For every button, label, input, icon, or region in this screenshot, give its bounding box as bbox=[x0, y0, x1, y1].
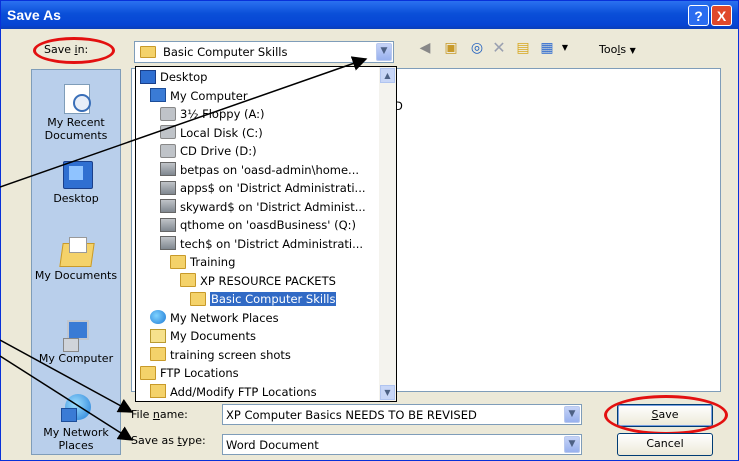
dropdown-item-label: My Network Places bbox=[170, 310, 279, 325]
save-in-highlight-ellipse bbox=[33, 37, 115, 64]
place-my-documents[interactable]: My Documents bbox=[32, 235, 120, 282]
dropdown-item[interactable]: FTP Locations bbox=[140, 364, 239, 382]
recent-documents-icon bbox=[59, 82, 93, 114]
ftp-icon bbox=[150, 384, 166, 398]
save-as-type-value: Word Document bbox=[226, 438, 319, 452]
network-drive-icon bbox=[160, 180, 176, 195]
save-button-highlight-ellipse bbox=[604, 395, 728, 435]
chevron-down-icon[interactable]: ▼ bbox=[564, 436, 580, 453]
dropdown-item-label: 3½ Floppy (A:) bbox=[180, 107, 265, 121]
scroll-up-icon[interactable]: ▲ bbox=[380, 68, 395, 83]
dropdown-item-label: Add/Modify FTP Locations bbox=[170, 384, 317, 399]
close-button[interactable]: X bbox=[711, 5, 732, 26]
new-folder-icon[interactable]: ▤ bbox=[514, 39, 532, 57]
help-button[interactable]: ? bbox=[688, 5, 709, 26]
dropdown-item-label: FTP Locations bbox=[160, 366, 239, 380]
dropdown-item-label: betpas on 'oasd-admin\home... bbox=[180, 162, 360, 177]
chevron-down-icon[interactable]: ▼ bbox=[376, 43, 392, 61]
save-in-dropdown-list[interactable]: ▲ ▼ Desktop My Computer 3½ Floppy (A:) Loca… bbox=[135, 66, 397, 402]
dropdown-item-label: CD Drive (D:) bbox=[180, 144, 257, 158]
window-title: Save As bbox=[7, 7, 61, 23]
dropdown-item[interactable]: Training bbox=[170, 253, 235, 271]
dropdown-item[interactable]: XP RESOURCE PACKETS bbox=[180, 272, 336, 290]
dropdown-item[interactable]: My Documents bbox=[150, 327, 256, 345]
dropdown-item[interactable]: My Network Places bbox=[150, 309, 279, 327]
folder-icon bbox=[150, 347, 166, 361]
hard-disk-icon bbox=[160, 125, 176, 139]
save-in-value: Basic Computer Skills bbox=[163, 45, 288, 59]
cancel-button[interactable]: Cancel bbox=[617, 433, 713, 456]
folder-icon bbox=[140, 46, 156, 58]
dropdown-scrollbar[interactable]: ▲ ▼ bbox=[379, 67, 396, 401]
tools-menu[interactable]: Tools ▼ bbox=[599, 43, 636, 56]
dropdown-item-label: Training bbox=[190, 255, 236, 269]
computer-icon bbox=[150, 88, 166, 102]
views-icon[interactable]: ▦ bbox=[538, 39, 556, 57]
chevron-down-icon[interactable]: ▼ bbox=[564, 406, 580, 423]
network-places-icon bbox=[150, 310, 166, 324]
dropdown-item[interactable]: training screen shots bbox=[150, 346, 291, 364]
places-bar: My Recent Documents Desktop My Documents… bbox=[31, 69, 121, 455]
dropdown-item[interactable]: apps$ on 'District Administrati... bbox=[160, 179, 366, 197]
dropdown-item-label: Desktop bbox=[160, 70, 208, 84]
dropdown-item[interactable]: betpas on 'oasd-admin\home... bbox=[160, 161, 359, 179]
dropdown-item-label: qthome on 'oasdBusiness' (Q:) bbox=[180, 218, 357, 232]
save-as-type-label: Save as type: bbox=[131, 434, 206, 447]
up-folder-icon[interactable]: ▣ bbox=[442, 39, 460, 57]
place-my-computer[interactable]: My Computer bbox=[32, 318, 120, 365]
dropdown-item[interactable]: qthome on 'oasdBusiness' (Q:) bbox=[160, 216, 356, 234]
folder-icon bbox=[180, 273, 196, 287]
dropdown-item-label: XP RESOURCE PACKETS bbox=[200, 273, 336, 288]
open-folder-icon bbox=[190, 291, 206, 306]
desktop-icon bbox=[59, 158, 93, 190]
cd-drive-icon bbox=[160, 143, 176, 158]
dropdown-item-label: Local Disk (C:) bbox=[180, 125, 263, 140]
network-drive-icon bbox=[160, 236, 176, 250]
network-drive-icon bbox=[160, 217, 176, 232]
back-icon[interactable]: ◀ bbox=[416, 39, 434, 57]
dropdown-item-label: apps$ on 'District Administrati... bbox=[180, 181, 366, 195]
dropdown-item-label: skyward$ on 'District Administ... bbox=[180, 199, 366, 214]
documents-icon bbox=[150, 328, 166, 343]
dropdown-item[interactable]: skyward$ on 'District Administ... bbox=[160, 198, 366, 216]
network-drive-icon bbox=[160, 199, 176, 213]
dropdown-item[interactable]: My Computer bbox=[150, 87, 248, 105]
title-bar: Save As ? X bbox=[1, 1, 738, 29]
file-name-combo[interactable]: XP Computer Basics NEEDS TO BE REVISED ▼ bbox=[222, 404, 582, 425]
dropdown-item[interactable]: 3½ Floppy (A:) bbox=[160, 105, 265, 123]
network-places-icon bbox=[59, 392, 93, 424]
folder-icon bbox=[140, 365, 156, 380]
search-web-icon[interactable]: ◎ bbox=[468, 39, 486, 57]
folder-icon bbox=[170, 254, 186, 269]
dropdown-item-label: My Documents bbox=[170, 329, 256, 343]
dropdown-item-label: training screen shots bbox=[170, 347, 291, 362]
save-as-type-combo[interactable]: Word Document ▼ bbox=[222, 434, 582, 455]
views-dropdown-icon[interactable]: ▼ bbox=[556, 39, 574, 57]
place-my-network-places[interactable]: My Network Places bbox=[32, 392, 120, 452]
dropdown-item[interactable]: Add/Modify FTP Locations bbox=[150, 383, 317, 401]
desktop-icon bbox=[140, 69, 156, 84]
dropdown-item-label: My Computer bbox=[170, 88, 248, 103]
dropdown-item-label: Basic Computer Skills bbox=[208, 291, 338, 307]
save-in-combo[interactable]: Basic Computer Skills ▼ bbox=[134, 41, 394, 63]
documents-folder-icon bbox=[59, 235, 95, 267]
save-as-dialog: Save As ? X Save in: Basic Computer Skil… bbox=[0, 0, 739, 461]
dropdown-item[interactable]: Basic Computer Skills bbox=[190, 290, 338, 308]
dropdown-item[interactable]: Local Disk (C:) bbox=[160, 124, 263, 142]
file-name-input[interactable]: XP Computer Basics NEEDS TO BE REVISED bbox=[226, 408, 477, 422]
delete-icon[interactable]: ✕ bbox=[490, 39, 508, 57]
place-desktop[interactable]: Desktop bbox=[32, 158, 120, 205]
dropdown-item[interactable]: CD Drive (D:) bbox=[160, 142, 257, 160]
dropdown-item-label: tech$ on 'District Administrati... bbox=[180, 236, 364, 251]
dropdown-item[interactable]: Desktop bbox=[140, 68, 207, 86]
file-name-label: File name: bbox=[131, 408, 188, 421]
network-drive-icon bbox=[160, 162, 176, 176]
place-my-recent-documents[interactable]: My Recent Documents bbox=[32, 82, 120, 142]
scroll-down-icon[interactable]: ▼ bbox=[380, 385, 395, 400]
floppy-icon bbox=[160, 106, 176, 121]
dropdown-item[interactable]: tech$ on 'District Administrati... bbox=[160, 235, 363, 253]
computer-icon bbox=[59, 318, 93, 352]
